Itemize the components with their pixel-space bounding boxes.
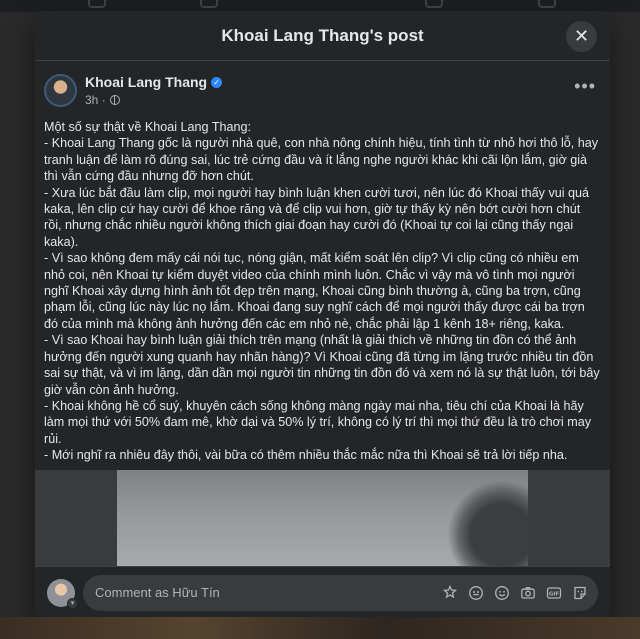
modal-header: Khoai Lang Thang's post ✕ xyxy=(35,11,610,61)
avatar-sticker-icon[interactable] xyxy=(442,584,458,601)
background-feed-strip xyxy=(0,617,640,639)
home-icon xyxy=(88,0,106,8)
globe-icon xyxy=(109,95,120,105)
comment-bar: ▾ Comment as Hữu Tín GIF xyxy=(35,566,610,618)
author-name[interactable]: Khoai Lang Thang xyxy=(85,74,207,90)
post-time[interactable]: 3h xyxy=(85,93,98,107)
post-modal: Khoai Lang Thang's post ✕ Khoai Lang Tha… xyxy=(35,11,610,618)
close-button[interactable]: ✕ xyxy=(566,21,597,52)
gaming-icon xyxy=(538,0,556,8)
sticker-icon[interactable] xyxy=(572,585,588,601)
svg-text:GIF: GIF xyxy=(549,591,560,597)
emoji-icon[interactable] xyxy=(468,585,484,601)
verified-badge-icon: ✓ xyxy=(211,76,223,88)
post-photo-container xyxy=(35,470,610,566)
photo-tree-silhouette xyxy=(447,480,528,566)
more-options-button[interactable]: ••• xyxy=(574,77,596,95)
comment-tools: GIF xyxy=(442,584,588,601)
separator: · xyxy=(98,93,106,107)
post-header: Khoai Lang Thang ✓ 3h · ••• xyxy=(35,61,610,107)
post-body: Một số sự thật về Khoai Lang Thang: - Kh… xyxy=(44,120,600,463)
my-avatar[interactable]: ▾ xyxy=(47,578,78,609)
camera-icon[interactable] xyxy=(520,585,536,601)
groups-icon xyxy=(425,0,443,8)
marketplace-icon xyxy=(200,0,218,8)
modal-title: Khoai Lang Thang's post xyxy=(221,25,424,45)
comment-input[interactable]: Comment as Hữu Tín GIF xyxy=(83,574,598,611)
gif-icon[interactable]: GIF xyxy=(546,585,562,601)
close-icon: ✕ xyxy=(573,26,590,46)
smiley-icon[interactable] xyxy=(494,585,510,601)
post-meta: 3h · xyxy=(85,93,222,107)
author-block: Khoai Lang Thang ✓ 3h · xyxy=(85,74,223,107)
comment-placeholder: Comment as Hữu Tín xyxy=(95,585,220,600)
author-line: Khoai Lang Thang ✓ xyxy=(85,74,223,90)
post-photo[interactable] xyxy=(117,470,528,566)
more-horizontal-icon: ••• xyxy=(574,76,596,96)
author-avatar[interactable] xyxy=(44,74,77,107)
chevron-down-icon[interactable]: ▾ xyxy=(67,597,78,609)
